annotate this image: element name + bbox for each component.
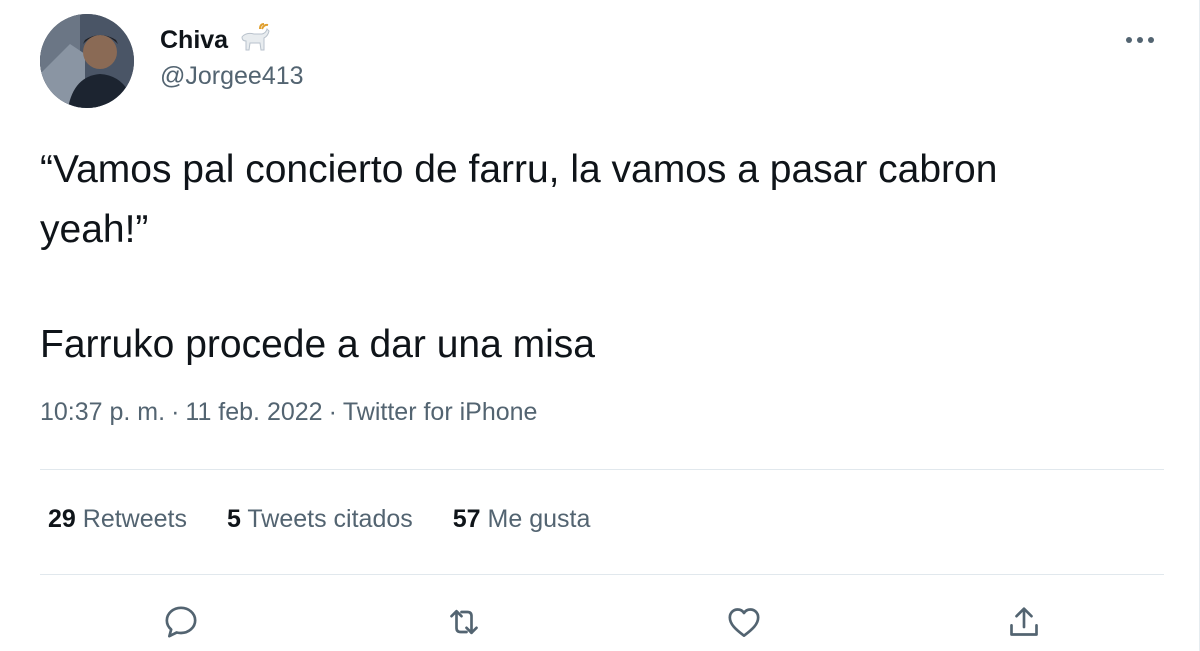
user-handle[interactable]: @Jorgee413 (160, 62, 304, 91)
quotes-stat[interactable]: 5 Tweets citados (227, 505, 413, 534)
likes-label: Me gusta (487, 505, 591, 533)
tweet-text-line: “Vamos pal concierto de farru, la vamos … (40, 148, 998, 251)
quotes-label: Tweets citados (247, 505, 413, 533)
author-name-row: Chiva (160, 22, 270, 58)
tweet-card: Chiva @Jorgee413 “Vamos pal concierto de… (0, 0, 1200, 651)
retweets-count: 29 (48, 505, 76, 533)
like-icon (728, 608, 760, 637)
likes-stat[interactable]: 57 Me gusta (453, 505, 591, 534)
tweet-date[interactable]: 11 feb. 2022 (185, 398, 322, 426)
reply-button[interactable] (157, 598, 205, 646)
goat-icon (236, 23, 270, 57)
avatar[interactable] (40, 14, 134, 108)
tweet-stats: 29 Retweets 5 Tweets citados 57 Me gusta (48, 505, 590, 534)
tweet-time[interactable]: 10:37 p. m. (40, 398, 165, 426)
divider (40, 574, 1164, 575)
share-icon (1010, 607, 1038, 636)
tweet-text-line: Farruko procede a dar una misa (40, 323, 595, 366)
divider (40, 469, 1164, 470)
likes-count: 57 (452, 505, 481, 533)
tweet-actions (0, 598, 1200, 646)
user-avatar-photo-icon (40, 14, 134, 108)
ellipsis-icon (1126, 37, 1154, 43)
reply-icon (165, 606, 197, 638)
tweet-text: “Vamos pal concierto de farru, la vamos … (40, 140, 1160, 375)
retweet-button[interactable] (440, 598, 488, 646)
retweets-stat[interactable]: 29 Retweets (48, 505, 187, 534)
meta-separator: · (171, 398, 180, 426)
retweets-label: Retweets (82, 505, 187, 533)
share-button[interactable] (1000, 598, 1048, 646)
like-button[interactable] (720, 598, 768, 646)
tweet-source[interactable]: Twitter for iPhone (343, 398, 538, 426)
more-options-button[interactable] (1120, 22, 1160, 58)
tweet-meta: 10:37 p. m. · 11 feb. 2022 · Twitter for iPh… (40, 398, 537, 427)
display-name[interactable]: Chiva (160, 26, 228, 55)
meta-separator: · (328, 398, 337, 426)
retweet-icon (450, 609, 478, 635)
quotes-count: 5 (226, 505, 241, 533)
